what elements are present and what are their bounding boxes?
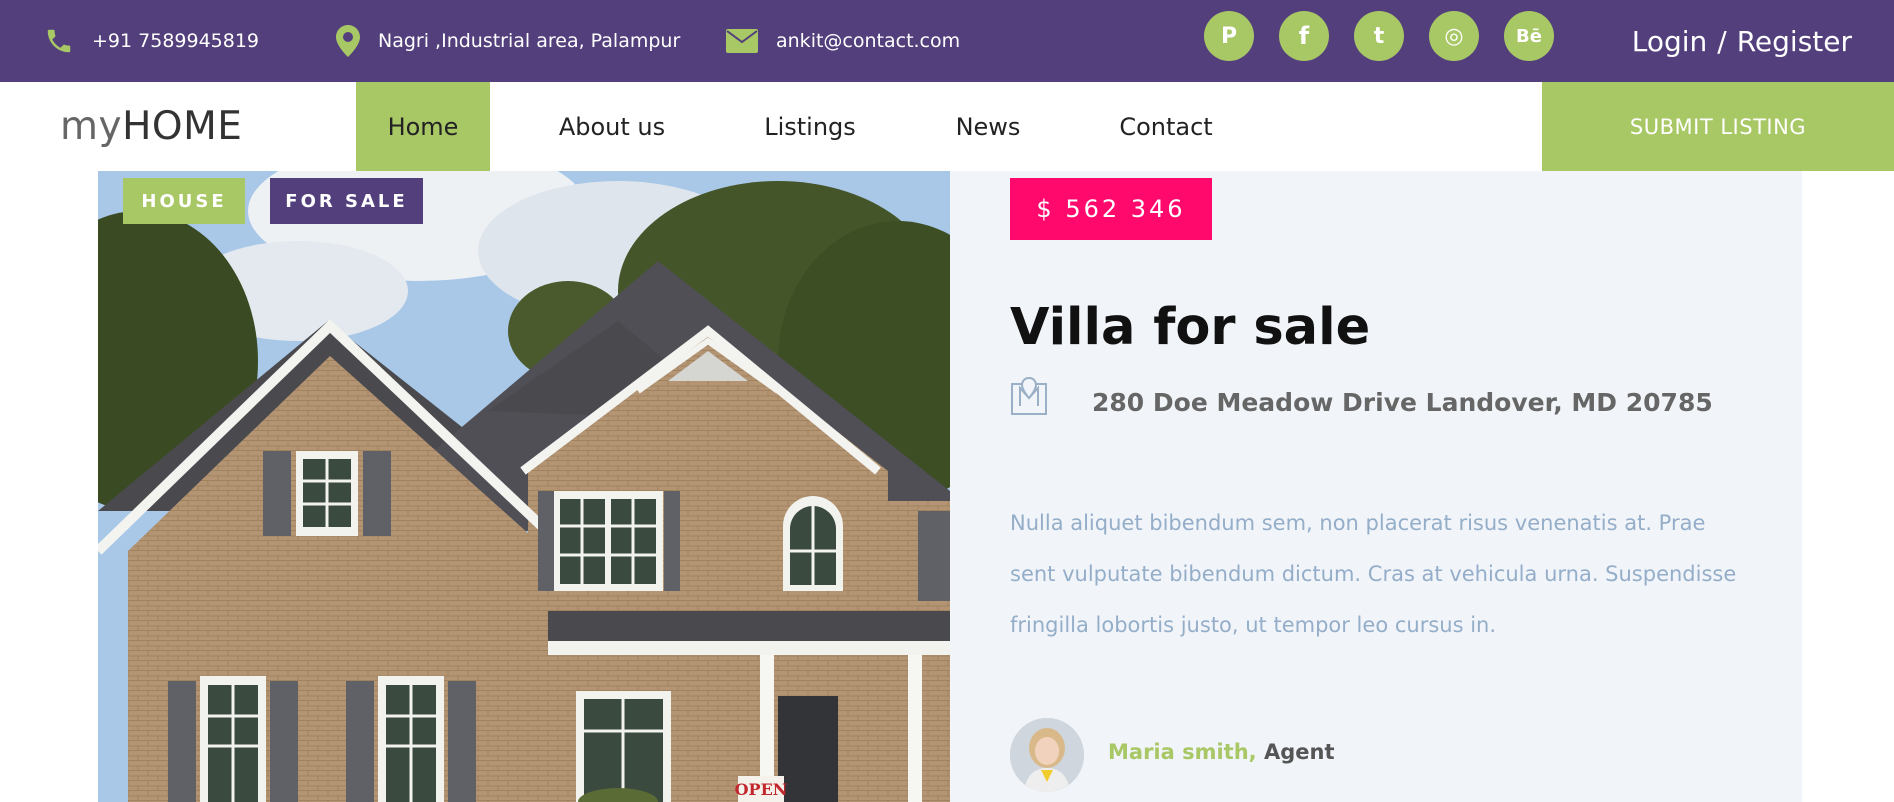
house-illustration: OPEN: [98, 171, 950, 802]
nav-news[interactable]: News: [938, 82, 1038, 171]
envelope-icon: [726, 29, 758, 53]
twitter-glyph: t: [1373, 23, 1385, 49]
location-text: Nagri ,Industrial area, Palampur: [378, 30, 681, 52]
main-navigation: my HOME Home About us Listings News Conta…: [0, 82, 1894, 171]
auth-links: Login / Register: [1632, 0, 1852, 82]
submit-listing-button[interactable]: SUBMIT LISTING: [1542, 82, 1894, 171]
nav-home[interactable]: Home: [356, 82, 490, 171]
nav-listings[interactable]: Listings: [746, 82, 874, 171]
dribbble-glyph: ◎: [1444, 23, 1464, 49]
description-line: sent vulputate bibendum dictum. Cras at …: [1010, 562, 1737, 586]
property-photo[interactable]: OPEN: [98, 171, 950, 802]
behance-glyph: Bē: [1516, 25, 1542, 47]
nav-contact[interactable]: Contact: [1100, 82, 1232, 171]
register-link[interactable]: Register: [1737, 25, 1852, 58]
top-bar: +91 7589945819 Nagri ,Industrial area, P…: [0, 0, 1894, 82]
agent-info: Maria smith, Agent: [1108, 740, 1335, 764]
logo-my: my: [60, 104, 123, 149]
open-sign-text: OPEN: [735, 780, 788, 799]
dribbble-icon[interactable]: ◎: [1429, 11, 1479, 61]
pinterest-glyph: P: [1220, 23, 1238, 49]
email-text: ankit@contact.com: [776, 30, 961, 52]
auth-separator: /: [1717, 24, 1727, 58]
location-contact[interactable]: Nagri ,Industrial area, Palampur: [336, 0, 680, 82]
listing-details-panel: [950, 171, 1802, 802]
badge-for-sale: FOR SALE: [270, 178, 423, 224]
phone-number: +91 7589945819: [92, 30, 260, 52]
email-contact[interactable]: ankit@contact.com: [726, 0, 960, 82]
agent-portrait: [1010, 718, 1084, 792]
login-link[interactable]: Login: [1632, 25, 1708, 58]
pinterest-icon[interactable]: P: [1204, 11, 1254, 61]
description-line: fringilla lobortis justo, ut tempor leo …: [1010, 613, 1497, 637]
agent-avatar[interactable]: [1010, 718, 1084, 792]
logo-home: HOME: [122, 104, 243, 149]
listing-title: Villa for sale: [1010, 298, 1371, 357]
description-line: Nulla aliquet bibendum sem, non placerat…: [1010, 511, 1706, 535]
twitter-icon[interactable]: t: [1354, 11, 1404, 61]
site-logo[interactable]: my HOME: [60, 82, 242, 171]
price-tag: $ 562 346: [1010, 178, 1212, 240]
listing-description: Nulla aliquet bibendum sem, non placerat…: [1010, 498, 1770, 651]
map-pin-icon: [336, 25, 360, 57]
phone-icon: [47, 29, 71, 53]
badge-house: HOUSE: [123, 178, 245, 224]
agent-name[interactable]: Maria smith,: [1108, 740, 1257, 764]
nav-about-us[interactable]: About us: [540, 82, 684, 171]
map-icon: [1011, 376, 1047, 415]
facebook-glyph: f: [1298, 22, 1310, 50]
facebook-icon[interactable]: f: [1279, 11, 1329, 61]
listing-address: 280 Doe Meadow Drive Landover, MD 20785: [1092, 388, 1713, 417]
behance-icon[interactable]: Bē: [1504, 11, 1554, 61]
agent-role: Agent: [1263, 740, 1335, 764]
phone-contact[interactable]: +91 7589945819: [44, 0, 259, 82]
